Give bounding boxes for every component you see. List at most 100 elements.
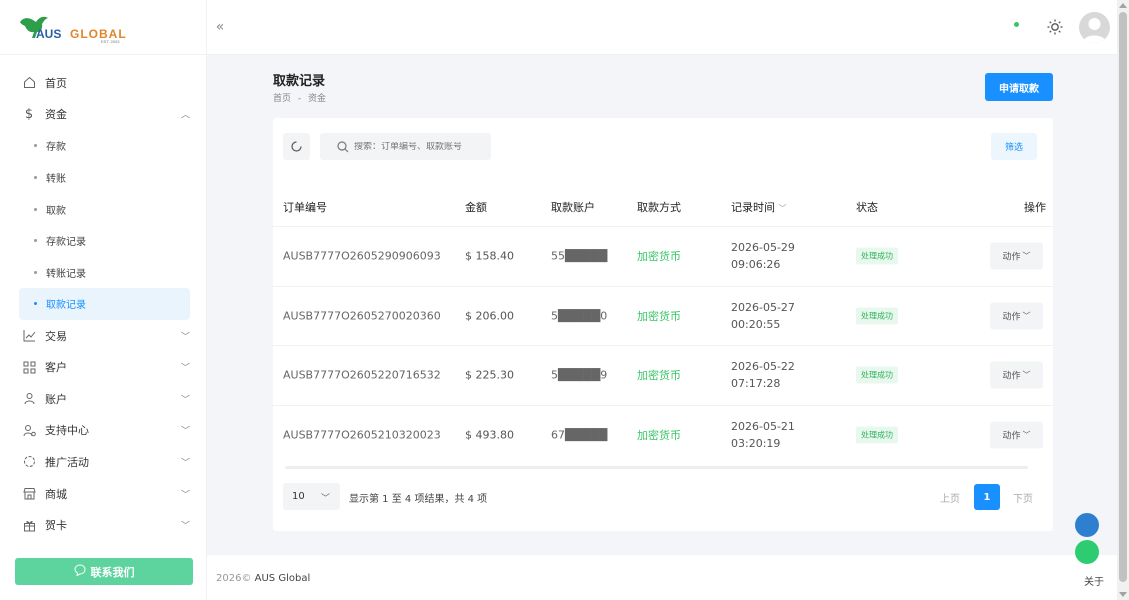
sidebar-item-label: 推广活动 [45, 455, 89, 469]
record-time: 2026-05-21 03:20:19 [731, 418, 795, 452]
floating-chat-button[interactable] [1075, 540, 1099, 564]
sidebar-item-home[interactable]: 首页 [0, 67, 206, 99]
action-dropdown-button[interactable]: 动作 ﹀ [990, 242, 1043, 270]
record-time: 2026-05-22 07:17:28 [731, 358, 795, 392]
submenu-item-transfer-records[interactable]: 转账记录 [0, 257, 206, 289]
page-scrollbar[interactable] [1117, 0, 1129, 600]
sidebar-item-label: 交易 [45, 329, 67, 343]
chevron-down-icon: ﹀ [180, 363, 190, 374]
record-time: 2026-05-29 09:06:26 [731, 239, 795, 273]
bullet-icon [34, 270, 37, 274]
submenu-label: 存款记录 [46, 237, 86, 249]
contact-us-button[interactable]: 联系我们 [15, 558, 193, 585]
sidebar-item-clients[interactable]: 客户 ﹀ [0, 351, 206, 383]
footer-about-link[interactable]: 关于 [1084, 573, 1104, 588]
kangaroo-logo-icon: AUS GLOBAL EST. 2003 [20, 16, 126, 44]
header-order-no: 订单编号 [283, 201, 327, 214]
header-method: 取款方式 [637, 201, 681, 214]
withdraw-method: 加密货币 [637, 309, 681, 323]
sidebar-item-promotions[interactable]: 推广活动 ﹀ [0, 446, 206, 478]
chevron-down-icon: ﹀ [180, 332, 190, 343]
action-dropdown-button[interactable]: 动作 ﹀ [990, 421, 1043, 449]
page-size-select[interactable]: 10 ﹀ [283, 483, 340, 510]
search-box[interactable] [320, 133, 491, 160]
withdraw-account: 5█████9 [551, 368, 608, 382]
sidebar-item-shop[interactable]: 商城 ﹀ [0, 478, 206, 510]
header-action: 操作 [1024, 201, 1046, 214]
chevron-down-icon: ﹀ [180, 490, 190, 501]
sidebar-item-label: 贺卡 [45, 519, 67, 533]
breadcrumb-home[interactable]: 首页 [273, 94, 291, 104]
horizontal-scrollbar[interactable] [285, 466, 1028, 469]
submenu-item-withdraw[interactable]: 取款 [0, 193, 206, 225]
submenu-label: 转账 [46, 174, 66, 186]
sort-chevron-icon: ﹀ [778, 204, 787, 213]
sidebar-menu: 首页 $ 资金 ︿ 存款 转账 取款 存款记录 转账记录 取款记录 交易 ﹀ 客… [0, 55, 206, 541]
sidebar-item-account[interactable]: 账户 ﹀ [0, 383, 206, 415]
floating-image-button[interactable] [1075, 513, 1099, 537]
bullet-icon [34, 302, 37, 306]
refresh-button[interactable] [283, 133, 310, 160]
submenu-label: 转账记录 [46, 268, 86, 280]
svg-text:AUS: AUS [36, 27, 61, 41]
brand-logo[interactable]: AUS GLOBAL EST. 2003 [0, 0, 206, 55]
withdraw-account: 67█████ [551, 428, 608, 442]
sun-icon[interactable] [1047, 19, 1063, 35]
search-icon [337, 140, 349, 152]
bullet-icon [34, 144, 37, 148]
header-time-label: 记录时间 [731, 201, 775, 214]
records-card: 筛选 订单编号 金额 取款账户 取款方式 记录时间 ﹀ 状态 操作 AUSB77… [273, 118, 1053, 531]
sidebar-item-cards[interactable]: 贺卡 ﹀ [0, 509, 206, 541]
withdraw-method: 加密货币 [637, 250, 681, 264]
page-1-button[interactable]: 1 [974, 484, 1000, 510]
submenu-item-deposit[interactable]: 存款 [0, 130, 206, 162]
chevron-down-icon: ﹀ [320, 494, 330, 504]
sidebar-item-trading[interactable]: 交易 ﹀ [0, 320, 206, 352]
chevron-down-icon: ﹀ [180, 426, 190, 437]
order-number: AUSB7777O2605290906093 [283, 249, 441, 263]
search-input[interactable] [354, 141, 484, 152]
submenu-item-withdraw-records[interactable]: 取款记录 [19, 288, 190, 320]
action-dropdown-button[interactable]: 动作 ﹀ [990, 361, 1043, 389]
status-badge: 处理成功 [856, 366, 898, 384]
action-dropdown-button[interactable]: 动作 ﹀ [990, 302, 1043, 330]
amount: $ 225.30 [465, 368, 514, 382]
collapse-sidebar-button[interactable]: « [207, 13, 233, 41]
sidebar-item-label: 首页 [45, 76, 67, 90]
user-avatar[interactable] [1079, 12, 1110, 43]
grid-icon [22, 360, 36, 374]
scroll-down-arrow-icon[interactable] [1119, 592, 1127, 597]
footer-year: 2026© [216, 573, 252, 584]
breadcrumb: 首页 - 资金 [273, 91, 326, 104]
filter-button[interactable]: 筛选 [991, 133, 1037, 160]
order-number: AUSB7777O2605210320023 [283, 428, 441, 442]
footer-copyright: 2026© AUS Global [216, 573, 310, 584]
amount: $ 158.40 [465, 249, 514, 263]
refresh-icon [291, 141, 302, 152]
prev-page-button[interactable]: 上页 [940, 490, 960, 505]
record-clock: 09:06:26 [731, 258, 781, 272]
header-time[interactable]: 记录时间 ﹀ [731, 199, 787, 215]
sidebar-item-label: 支持中心 [45, 424, 89, 438]
status-badge: 处理成功 [856, 307, 898, 325]
scrollbar-thumb[interactable] [1119, 12, 1127, 582]
next-page-button[interactable]: 下页 [1013, 490, 1033, 505]
action-label: 动作 [1002, 252, 1021, 263]
sidebar-item-support[interactable]: 支持中心 ﹀ [0, 415, 206, 447]
action-label: 动作 [1002, 371, 1021, 382]
promo-icon [22, 455, 36, 469]
submenu-item-deposit-records[interactable]: 存款记录 [0, 225, 206, 257]
withdraw-account: 55█████ [551, 249, 608, 263]
chevron-down-icon: ﹀ [1022, 311, 1031, 321]
sidebar-item-funds[interactable]: $ 资金 ︿ [0, 99, 206, 131]
header-amount: 金额 [465, 201, 487, 214]
scroll-up-arrow-icon[interactable] [1119, 3, 1127, 8]
record-time: 2026-05-27 00:20:55 [731, 299, 795, 333]
apply-withdrawal-button[interactable]: 申请取款 [985, 73, 1053, 101]
breadcrumb-separator: - [297, 94, 302, 104]
home-icon [22, 76, 36, 90]
submenu-item-transfer[interactable]: 转账 [0, 162, 206, 194]
avatar-icon [1083, 18, 1106, 43]
table-row: AUSB7777O2605210320023 $ 493.80 67█████ … [273, 404, 1053, 465]
support-icon [22, 423, 36, 437]
